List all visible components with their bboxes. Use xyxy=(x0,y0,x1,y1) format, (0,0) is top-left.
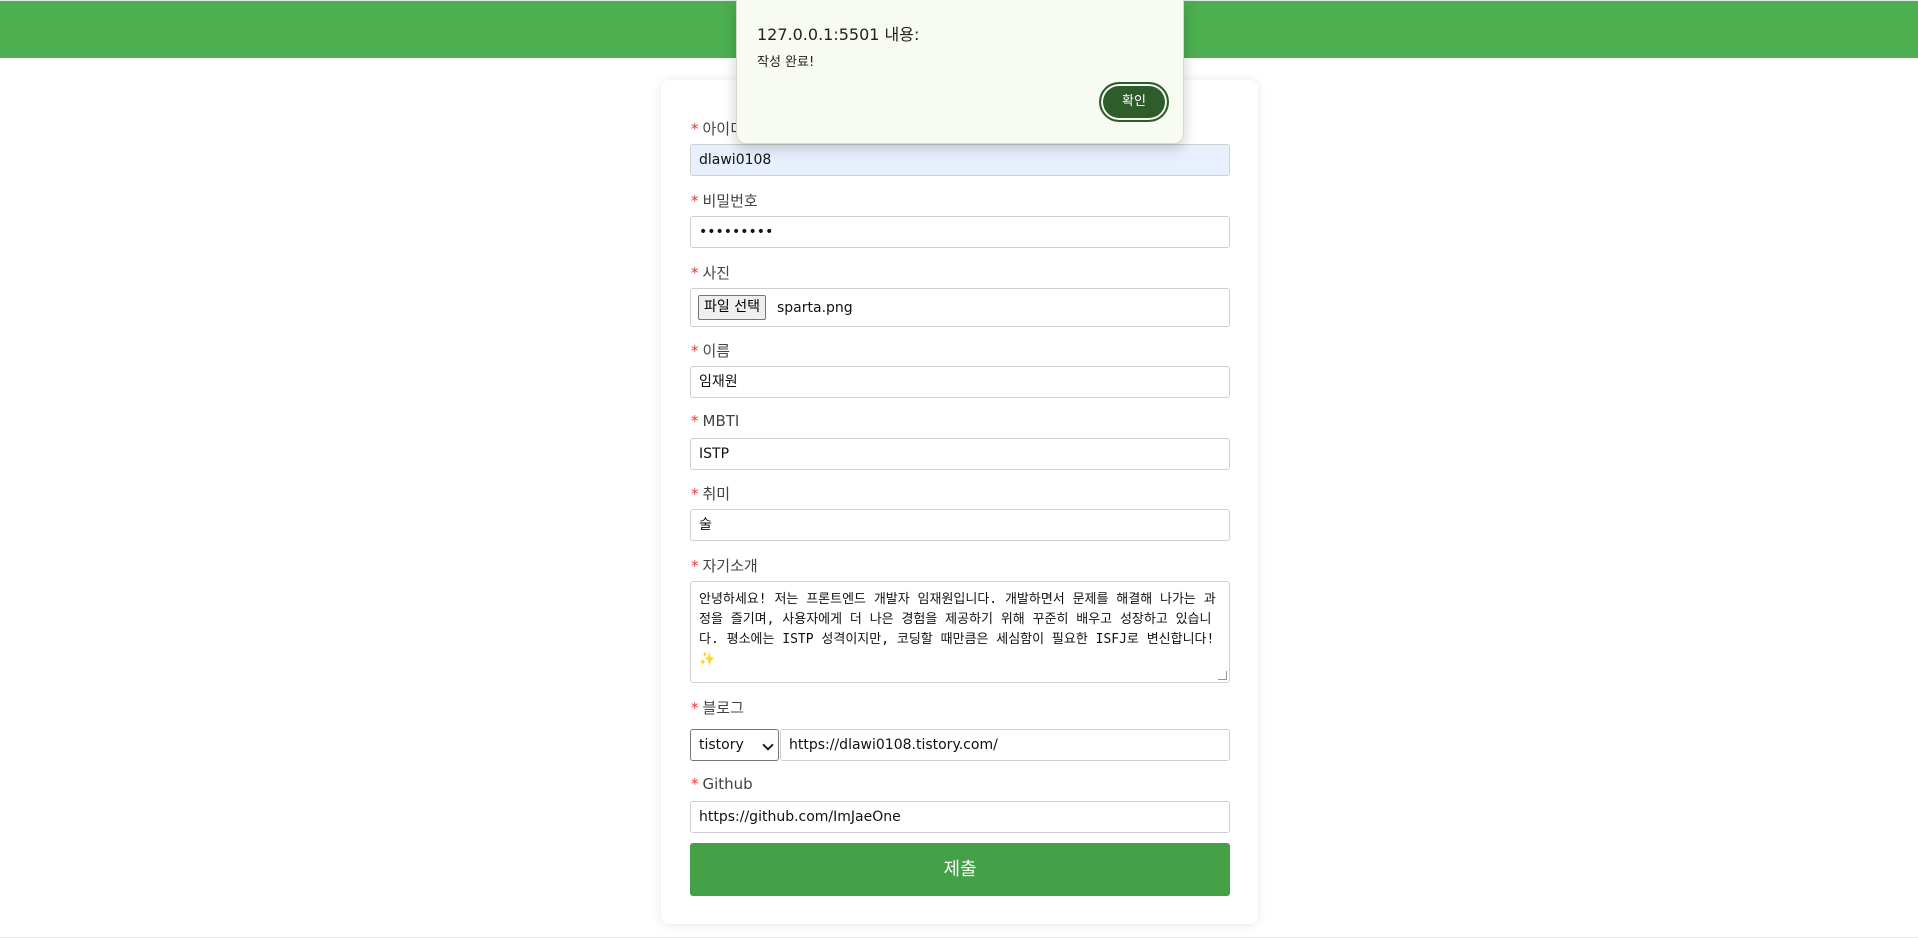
hobby-label: * 취미 xyxy=(691,485,731,503)
profile-form: * 아이디 dlawi0108 * 비밀번호 ••••••••• * 사진 파일 선택… xyxy=(661,80,1258,924)
alert-dialog: 127.0.0.1:5501 내용: 작성 완료! 확인 xyxy=(736,0,1184,144)
github-input[interactable]: https://github.com/ImJaeOne xyxy=(690,801,1230,833)
blog-label: * 블로그 xyxy=(691,699,744,717)
chevron-down-icon xyxy=(762,739,774,751)
mbti-label: * MBTI xyxy=(691,412,740,430)
required-mark: * xyxy=(691,120,699,138)
hobby-input[interactable]: 술 xyxy=(690,509,1230,541)
password-input[interactable]: ••••••••• xyxy=(690,216,1230,248)
name-input[interactable]: 임재원 xyxy=(690,366,1230,398)
page-divider xyxy=(0,937,1918,938)
name-label: * 이름 xyxy=(691,342,731,360)
intro-textarea[interactable]: 안녕하세요! 저는 프론트엔드 개발자 임재원입니다. 개발하면서 문제를 해결… xyxy=(690,581,1230,683)
intro-text: 안녕하세요! 저는 프론트엔드 개발자 임재원입니다. 개발하면서 문제를 해결… xyxy=(699,592,1216,667)
blog-url-input[interactable]: https://dlawi0108.tistory.com/ xyxy=(780,729,1230,761)
submit-button[interactable]: 제출 xyxy=(690,843,1230,896)
photo-file-input: 파일 선택 sparta.png xyxy=(690,288,1230,327)
file-name: sparta.png xyxy=(777,300,853,316)
github-label: * Github xyxy=(691,775,753,793)
blog-platform-select[interactable]: tistory xyxy=(690,729,779,761)
dialog-title: 127.0.0.1:5501 내용: xyxy=(757,25,920,44)
id-input[interactable]: dlawi0108 xyxy=(690,144,1230,176)
dialog-ok-button[interactable]: 확인 xyxy=(1099,82,1169,122)
resize-grip-icon[interactable] xyxy=(1218,671,1227,680)
password-label: * 비밀번호 xyxy=(691,192,758,210)
choose-file-button[interactable]: 파일 선택 xyxy=(698,295,766,320)
photo-label: * 사진 xyxy=(691,264,731,282)
mbti-input[interactable]: ISTP xyxy=(690,438,1230,470)
dialog-message: 작성 완료! xyxy=(757,55,815,70)
intro-label: * 자기소개 xyxy=(691,557,758,575)
